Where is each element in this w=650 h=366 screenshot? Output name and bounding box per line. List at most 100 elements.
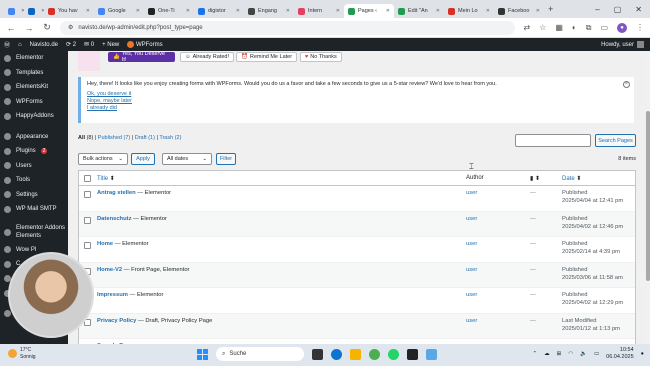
notice-link-later[interactable]: Nope, maybe later [87, 98, 628, 104]
updates-icon[interactable]: ⟳ 2 [66, 41, 76, 48]
author-link[interactable]: user [466, 292, 477, 298]
wpforms-adminbar-item[interactable]: WPForms [127, 40, 163, 48]
comments-icon[interactable]: ✉ 0 [84, 41, 94, 48]
close-tab-icon[interactable]: ✕ [86, 8, 90, 14]
sidebar-item[interactable]: Elementor Addons Elements [0, 223, 68, 243]
weather-widget[interactable]: 17°C Sonnig [8, 347, 36, 360]
extension-icon[interactable]: ▦ [555, 23, 563, 32]
browser-tab[interactable]: One-Ti ✕ [144, 4, 194, 18]
new-tab-button[interactable]: + [548, 4, 553, 14]
snipping-tool-icon[interactable] [426, 348, 437, 360]
page-title-link[interactable]: Home [97, 241, 113, 247]
profile-avatar[interactable]: ● [617, 22, 627, 33]
back-icon[interactable]: ← [6, 23, 16, 33]
translate-icon[interactable]: ⇄ [523, 23, 530, 32]
browser-tab[interactable]: Edit "An ✕ [394, 4, 444, 18]
author-link[interactable]: user [466, 190, 477, 196]
search-pages-button[interactable]: Search Pages [595, 134, 636, 147]
browser-tab[interactable]: digistor ✕ [194, 4, 244, 18]
wordpress-logo-icon[interactable]: Ⓦ [4, 40, 10, 49]
page-scrollbar[interactable] [646, 51, 650, 344]
wifi-icon[interactable]: ◠ [568, 351, 573, 357]
store-icon[interactable] [407, 348, 418, 360]
close-tab-icon[interactable]: ✕ [536, 8, 540, 14]
notice-link-already[interactable]: I already did [87, 105, 628, 111]
close-tab-icon[interactable]: ✕ [486, 8, 490, 14]
filter-trash[interactable]: Trash (2) [159, 135, 181, 141]
sidebar-item[interactable]: WPForms [0, 95, 68, 110]
sidebar-item[interactable]: Settings [0, 188, 68, 203]
close-tab-icon[interactable]: ✕ [186, 8, 190, 14]
site-info-icon[interactable]: ⚙ [68, 24, 73, 31]
url-bar[interactable]: ⚙ navisto.de/wp-admin/edit.php?post_type… [60, 20, 516, 35]
page-title-link[interactable]: Impressum [97, 292, 128, 298]
filter-all[interactable]: All (8) [78, 135, 93, 141]
sidebar-item[interactable]: Appearance [0, 130, 68, 145]
sidebar-item[interactable]: Templates [0, 66, 68, 81]
author-link[interactable]: user [466, 318, 477, 324]
sidebar-icon[interactable]: ◐ [572, 23, 577, 32]
puzzle-icon[interactable]: ⧉ [586, 23, 592, 33]
comment-column-icon[interactable]: ▮ ⬍ [530, 175, 540, 182]
maximize-icon[interactable]: ▢ [614, 5, 622, 14]
already-rated-button[interactable]: ☺ Already Rated! [180, 52, 235, 62]
remind-later-button[interactable]: ⏰ Remind Me Later [236, 52, 298, 62]
windows-start-icon[interactable] [197, 348, 208, 360]
bulk-actions-select[interactable]: Bulk actions ⌄ [78, 153, 128, 165]
onedrive-icon[interactable]: ☁ [544, 351, 550, 357]
close-window-icon[interactable]: ✕ [635, 5, 642, 14]
close-tab-icon[interactable]: ✕ [436, 8, 440, 14]
select-all-checkbox[interactable] [84, 174, 91, 182]
date-filter-select[interactable]: All dates ⌄ [162, 153, 212, 165]
author-link[interactable]: user [466, 216, 477, 222]
browser-tab[interactable]: Intern ✕ [294, 4, 344, 18]
howdy-user-menu[interactable]: Howdy, user [601, 41, 650, 48]
downloads-icon[interactable]: ▭ [600, 23, 608, 32]
minimize-icon[interactable]: – [595, 5, 599, 14]
notice-link-deserve[interactable]: Ok, you deserve it [87, 91, 628, 97]
browser-tab[interactable]: Pages ‹ ✕ [344, 4, 394, 18]
clock[interactable]: 10:54 06.04.2025 [606, 347, 634, 361]
author-link[interactable]: user [466, 267, 477, 273]
no-thanks-button[interactable]: ♥ No Thanks [300, 52, 342, 62]
chrome-icon[interactable] [369, 348, 380, 360]
sidebar-item[interactable]: Users [0, 159, 68, 174]
column-title[interactable]: Title ⬍ [97, 175, 115, 182]
apply-button[interactable]: Apply [131, 153, 155, 165]
volume-icon[interactable]: 🔈 [580, 351, 587, 357]
search-pages-input[interactable] [515, 134, 591, 147]
language-icon[interactable]: ⊞ [557, 351, 562, 357]
file-explorer-icon[interactable] [350, 348, 361, 360]
close-tab-icon[interactable]: ✕ [236, 8, 240, 14]
row-checkbox[interactable] [84, 191, 91, 198]
review-deserve-button[interactable]: 👍 Yes, You Deserve It! [108, 51, 175, 63]
close-tab-icon[interactable]: ✕ [136, 8, 140, 14]
author-link[interactable]: user [466, 241, 477, 247]
forward-icon[interactable]: → [24, 23, 34, 33]
browser-tab[interactable]: Google ✕ [94, 4, 144, 18]
filter-draft[interactable]: Draft (1) [135, 135, 155, 141]
notification-icon[interactable]: ● [641, 351, 644, 357]
close-tab-icon[interactable]: ✕ [386, 8, 390, 14]
whatsapp-icon[interactable] [388, 348, 399, 360]
scrollbar-thumb[interactable] [646, 111, 650, 281]
bookmark-star-icon[interactable]: ☆ [539, 23, 546, 32]
browser-tab[interactable]: ✕ [24, 4, 44, 18]
sidebar-item[interactable]: Elementor [0, 51, 68, 66]
taskbar-search[interactable]: ⌕ Suche [216, 347, 304, 361]
reload-icon[interactable]: ↻ [42, 22, 52, 33]
filter-published[interactable]: Published (7) [98, 135, 130, 141]
edge-icon[interactable] [331, 348, 342, 360]
page-title-link[interactable]: Home-V2 [97, 267, 122, 273]
page-title-link[interactable]: Antrag stellen [97, 190, 136, 196]
battery-icon[interactable]: ▭ [594, 351, 599, 357]
task-view-icon[interactable] [312, 348, 323, 360]
browser-tab[interactable]: You hav ✕ [44, 4, 94, 18]
sidebar-item[interactable]: ElementsKit [0, 80, 68, 95]
page-title-link[interactable]: Privacy Policy [97, 318, 136, 324]
row-checkbox[interactable] [84, 216, 91, 224]
browser-tab[interactable]: Mein Lo ✕ [444, 4, 494, 18]
sidebar-item[interactable]: WP Mail SMTP [0, 202, 68, 217]
browser-tab[interactable]: Faceboo ✕ [494, 4, 544, 18]
sidebar-item[interactable]: Tools [0, 173, 68, 188]
